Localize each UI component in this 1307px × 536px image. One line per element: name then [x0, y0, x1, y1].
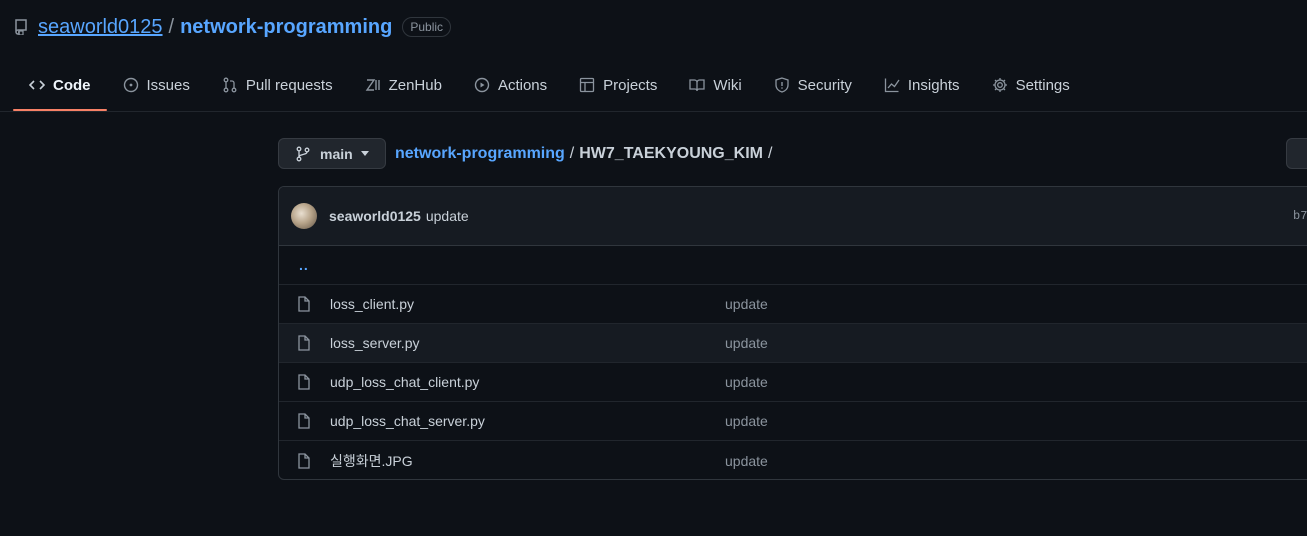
file-name-link[interactable]: loss_client.py — [330, 296, 414, 312]
tab-issues[interactable]: Issues — [107, 60, 206, 110]
breadcrumb-current-dir: HW7_TAEKYOUNG_KIM — [579, 144, 763, 162]
tab-label: Issues — [146, 76, 190, 94]
table-row[interactable]: udp_loss_chat_server.py update — [279, 402, 1307, 441]
parent-directory-row[interactable]: .. — [279, 246, 1307, 285]
zenhub-icon — [365, 77, 381, 93]
tab-actions[interactable]: Actions — [458, 60, 563, 110]
file-commit-message[interactable]: update — [725, 413, 768, 429]
repo-tabs: Code Issues Pull requests ZenHub Actions… — [0, 60, 1307, 112]
file-navigation: main network-programming / HW7_TAEKYOUNG… — [278, 137, 777, 170]
breadcrumb-separator: / — [569, 144, 575, 162]
tab-label: Pull requests — [245, 76, 333, 94]
file-icon — [297, 374, 313, 390]
visibility-badge: Public — [402, 17, 452, 37]
commit-hash-link[interactable]: b7 — [1293, 209, 1307, 223]
latest-commit-bar: seaworld0125 update b7 — [279, 187, 1307, 246]
tab-pull-requests[interactable]: Pull requests — [206, 60, 349, 110]
file-name-link[interactable]: 실행화면.JPG — [330, 451, 413, 471]
repo-path-separator: / — [168, 15, 175, 38]
tab-code[interactable]: Code — [13, 60, 107, 111]
repo-name-link[interactable]: network-programming — [180, 16, 392, 39]
file-name-link[interactable]: loss_server.py — [330, 335, 419, 351]
tab-label: Projects — [603, 76, 658, 94]
code-icon — [29, 77, 45, 93]
table-row[interactable]: 실행화면.JPG update — [279, 441, 1307, 479]
branch-name: main — [320, 145, 353, 162]
triangle-down-icon — [360, 151, 369, 156]
tab-label: Security — [797, 76, 852, 94]
breadcrumb: network-programming / HW7_TAEKYOUNG_KIM … — [395, 145, 777, 163]
git-branch-icon — [296, 146, 310, 162]
parent-directory-link[interactable]: .. — [299, 257, 309, 273]
file-commit-message[interactable]: update — [725, 335, 768, 351]
tab-projects[interactable]: Projects — [563, 60, 673, 110]
tab-label: ZenHub — [388, 76, 442, 94]
pull-request-icon — [222, 77, 238, 93]
tab-label: Settings — [1015, 76, 1070, 94]
tab-wiki[interactable]: Wiki — [673, 60, 757, 110]
table-row[interactable]: loss_server.py update — [279, 324, 1307, 363]
issue-icon — [123, 77, 139, 93]
repo-header: seaworld0125 / network-programming Publi… — [14, 12, 452, 42]
tab-settings[interactable]: Settings — [976, 60, 1086, 110]
tab-insights[interactable]: Insights — [868, 60, 976, 110]
file-commit-message[interactable]: update — [725, 374, 768, 390]
tab-label: Code — [53, 76, 91, 94]
breadcrumb-repo-link[interactable]: network-programming — [395, 145, 565, 163]
file-name-link[interactable]: udp_loss_chat_server.py — [330, 413, 485, 429]
avatar[interactable] — [291, 203, 317, 229]
branch-select-button[interactable]: main — [278, 138, 386, 169]
tab-zenhub[interactable]: ZenHub — [349, 60, 458, 110]
go-to-file-button[interactable] — [1286, 138, 1307, 169]
tab-security[interactable]: Security — [758, 60, 868, 110]
tab-label: Wiki — [713, 76, 742, 94]
shield-icon — [774, 77, 790, 93]
file-name-link[interactable]: udp_loss_chat_client.py — [330, 374, 479, 390]
file-commit-message[interactable]: update — [725, 453, 768, 469]
file-icon — [297, 296, 313, 312]
gear-icon — [992, 77, 1008, 93]
graph-icon — [884, 77, 900, 93]
table-row[interactable]: loss_client.py update — [279, 285, 1307, 324]
table-icon — [579, 77, 595, 93]
file-commit-message[interactable]: update — [725, 296, 768, 312]
tab-label: Actions — [497, 76, 548, 94]
breadcrumb-separator: / — [767, 144, 773, 162]
repo-owner-link[interactable]: seaworld0125 — [38, 16, 163, 39]
commit-message-link[interactable]: update — [426, 208, 469, 224]
repo-icon — [14, 19, 28, 35]
tab-label: Insights — [907, 76, 960, 94]
file-icon — [297, 452, 313, 469]
book-icon — [689, 77, 705, 93]
file-list: seaworld0125 update b7 .. loss_client.py… — [278, 186, 1307, 480]
play-icon — [474, 77, 490, 93]
file-icon — [297, 335, 313, 351]
table-row[interactable]: udp_loss_chat_client.py update — [279, 363, 1307, 402]
file-icon — [297, 413, 313, 429]
commit-author-link[interactable]: seaworld0125 — [329, 208, 421, 224]
